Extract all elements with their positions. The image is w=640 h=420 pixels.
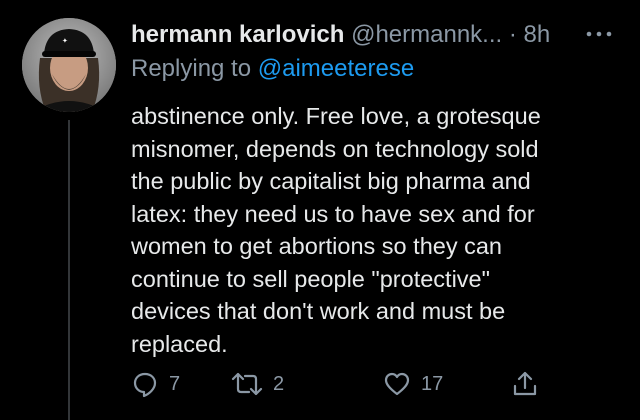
reply-count: 7 (169, 372, 181, 395)
retweet-icon (231, 372, 263, 396)
tweet[interactable]: ✦ hermann karlovich @hermannk... · 8h Re… (0, 0, 640, 420)
retweet-button[interactable]: 2 (231, 368, 284, 400)
replying-to-label: Replying to (131, 55, 252, 82)
avatar-photo: ✦ (22, 18, 116, 112)
thread-line (68, 120, 70, 420)
display-name[interactable]: hermann karlovich (131, 21, 344, 48)
tweet-body-line: abstinence only. Free love, a grotesque (131, 103, 541, 129)
ellipsis-icon[interactable] (584, 24, 614, 44)
share-icon (513, 371, 537, 396)
like-button[interactable]: 17 (383, 368, 443, 400)
tweet-body: abstinence only. Free love, a grotesque … (131, 100, 621, 360)
tweet-body-line: continue to sell people "protective" (131, 265, 490, 292)
reply-button[interactable]: 7 (131, 368, 180, 400)
avatar[interactable]: ✦ (22, 18, 116, 112)
tweet-header: hermann karlovich @hermannk... · 8h (131, 20, 550, 50)
tweet-body-line: latex: they need us to have sex and for (131, 200, 535, 227)
tweet-body-line: the public by capitalist big pharma and (131, 168, 531, 194)
user-handle[interactable]: @hermannk... (351, 21, 502, 48)
tweet-body-line: replaced. (131, 330, 228, 357)
action-bar: 7 2 17 (131, 368, 621, 400)
replying-to: Replying to @aimeeterese (131, 54, 414, 84)
separator-dot: · (508, 21, 517, 48)
tweet-body-line: devices that don't work and must be (131, 298, 506, 324)
svg-text:✦: ✦ (62, 37, 68, 45)
tweet-body-line: misnomer, depends on technology sold (131, 135, 539, 162)
share-button[interactable] (511, 368, 539, 400)
heart-icon (384, 372, 410, 396)
tweet-body-line: women to get abortions so they can (131, 233, 502, 259)
reply-mention-link[interactable]: @aimeeterese (258, 55, 414, 82)
like-count: 17 (421, 372, 444, 395)
reply-icon (133, 372, 157, 398)
timestamp[interactable]: 8h (524, 21, 551, 48)
retweet-count: 2 (273, 372, 285, 395)
